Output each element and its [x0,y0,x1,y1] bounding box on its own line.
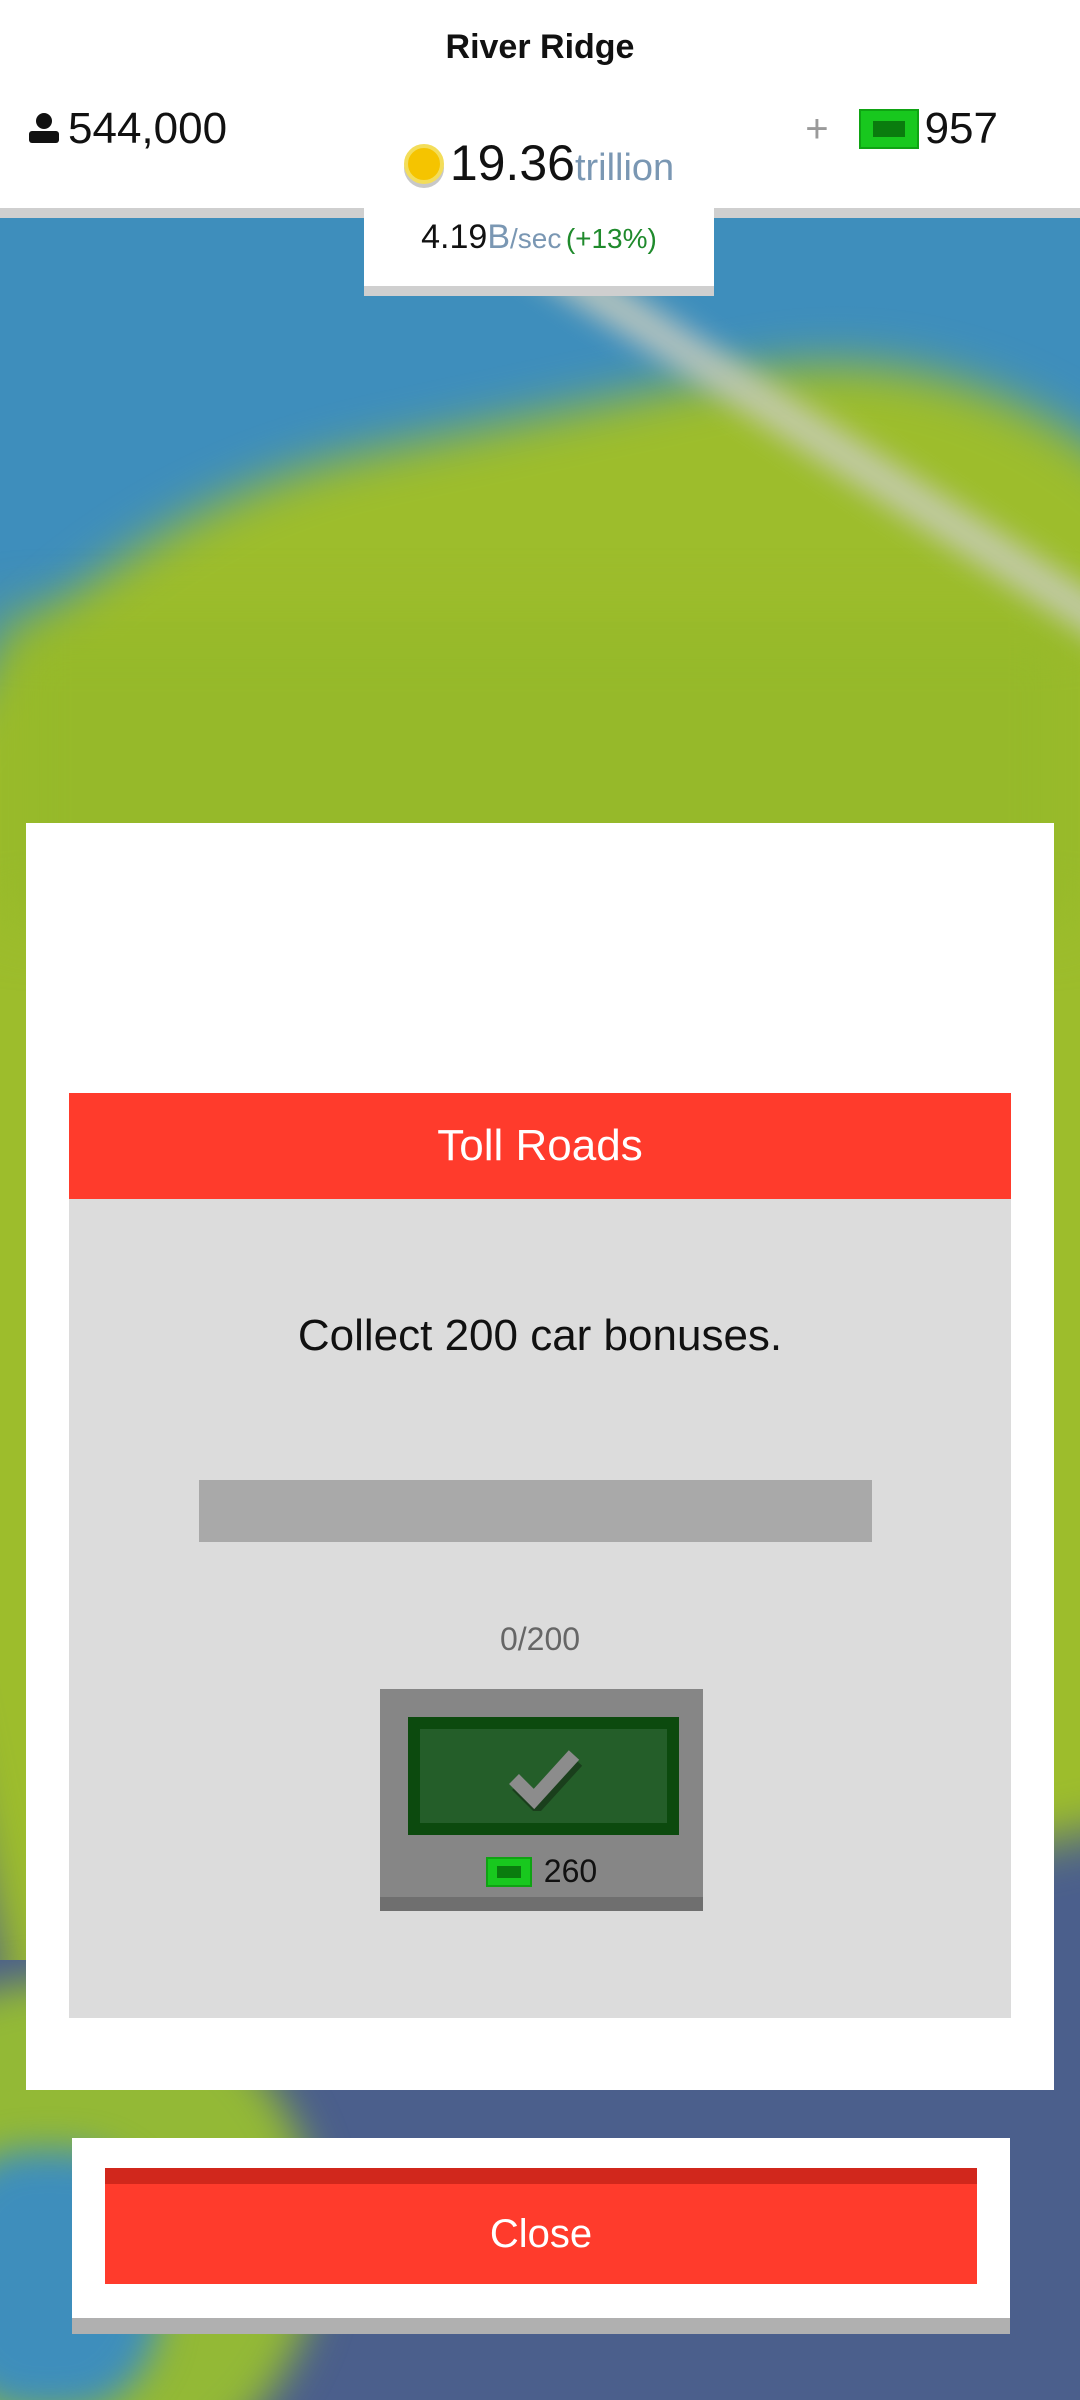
achievement-description: Collect 200 car bonuses. [297,1311,783,1360]
reward-price: 260 [380,1853,703,1890]
rate-value: 4.19 [421,218,488,256]
claim-button-shadow [380,1897,703,1911]
achievement-title: Toll Roads [437,1121,643,1170]
add-cash-button[interactable]: + [805,109,828,149]
coin-total: 19.36 trillion [364,134,714,192]
coin-unit: trillion [574,147,675,189]
achievement-progress-bar [199,1480,872,1542]
achievement-progress-text: 0/200 [499,1621,581,1657]
cash-bill-icon [485,1856,532,1887]
rate-bonus: (+13%) [565,223,657,254]
close-button-label: Close [489,2211,593,2256]
achievement-panel: Toll Roads Collect 200 car bonuses. 0/20… [69,1093,1011,2018]
checkmark-icon [508,1750,582,1811]
close-button[interactable]: Close [105,2168,977,2284]
population-counter: 544,000 [26,104,227,154]
cash-bill-icon [858,109,919,149]
claim-reward-button[interactable]: 260 [380,1689,703,1911]
coin-counter: 19.36 trillion 4.19B/sec (+13%) [364,124,714,296]
income-rate: 4.19B/sec (+13%) [364,218,714,257]
cash-value: 957 [924,104,998,153]
close-container: Close [72,2138,1010,2334]
city-name: River Ridge [445,28,635,66]
cash-counter[interactable]: + 957 [805,104,998,154]
achievement-modal: Toll Roads Collect 200 car bonuses. 0/20… [26,823,1054,2090]
claim-check-box [408,1717,679,1835]
coin-icon [403,144,444,184]
achievement-header: Toll Roads [69,1093,1011,1199]
population-value: 544,000 [68,104,228,153]
rate-unit: B [487,218,510,256]
coin-value: 19.36 [449,135,575,191]
claim-check-inner [420,1729,667,1823]
reward-amount: 260 [543,1853,598,1889]
rate-per: /sec [510,223,562,254]
person-icon [29,113,59,143]
